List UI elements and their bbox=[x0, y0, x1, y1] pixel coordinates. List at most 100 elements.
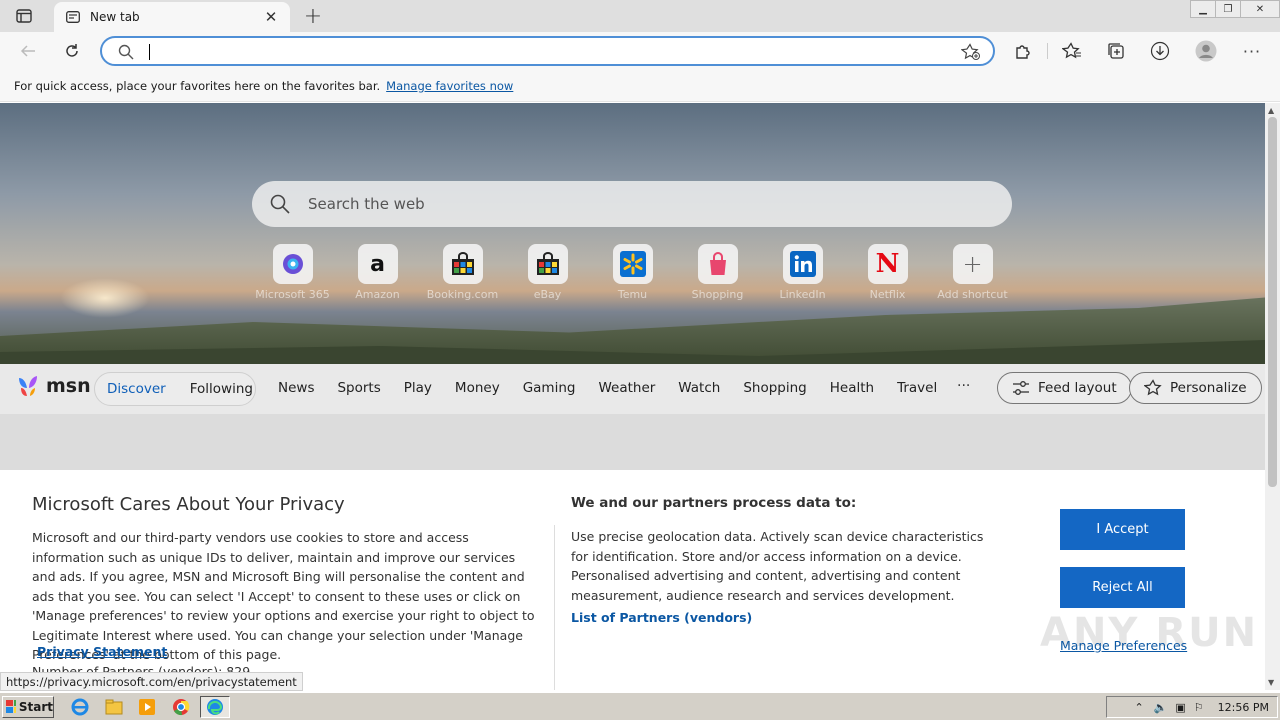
refresh-icon bbox=[66, 44, 78, 57]
shortcut-label: Amazon bbox=[355, 288, 400, 301]
shortcut-microsoft365[interactable]: Microsoft 365 bbox=[250, 244, 335, 301]
extensions-button[interactable] bbox=[1009, 37, 1037, 65]
new-tab-page: Search the web Microsoft 365 a Amazon Bo… bbox=[0, 103, 1265, 690]
shortcut-shopping[interactable]: Shopping bbox=[675, 244, 760, 301]
profile-button[interactable] bbox=[1192, 37, 1220, 65]
shortcut-booking[interactable]: Booking.com bbox=[420, 244, 505, 301]
newtab-page-icon bbox=[66, 11, 80, 23]
favorites-button[interactable] bbox=[1058, 37, 1086, 65]
tray-expand-icon[interactable]: ⌃ bbox=[1134, 701, 1143, 714]
address-bar[interactable] bbox=[100, 36, 995, 66]
shortcut-add[interactable]: + Add shortcut bbox=[930, 244, 1015, 301]
tab-following[interactable]: Following bbox=[190, 381, 253, 397]
nav-sports[interactable]: Sports bbox=[337, 380, 380, 396]
clock[interactable]: 12:56 PM bbox=[1218, 701, 1269, 714]
nav-weather[interactable]: Weather bbox=[598, 380, 655, 396]
msn-logo[interactable]: msn bbox=[16, 374, 91, 398]
msn-nav-bar: msn Discover Following News Sports Play … bbox=[0, 364, 1265, 414]
nav-news[interactable]: News bbox=[278, 380, 314, 396]
download-icon bbox=[1150, 41, 1170, 61]
privacy-divider bbox=[554, 525, 555, 690]
nav-more-button[interactable]: ··· bbox=[957, 378, 970, 394]
collections-button[interactable] bbox=[1102, 37, 1130, 65]
internet-explorer-icon[interactable] bbox=[70, 697, 90, 717]
nav-gaming[interactable]: Gaming bbox=[523, 380, 576, 396]
linkedin-icon bbox=[782, 244, 823, 284]
shortcut-label: Microsoft 365 bbox=[255, 288, 330, 301]
shopping-bag-icon bbox=[697, 244, 738, 284]
address-input[interactable] bbox=[150, 42, 930, 62]
start-label: Start bbox=[18, 700, 53, 714]
downloads-button[interactable] bbox=[1146, 37, 1174, 65]
scroll-down-icon[interactable]: ▼ bbox=[1268, 678, 1274, 687]
nav-travel[interactable]: Travel bbox=[897, 380, 937, 396]
close-tab-icon[interactable]: ✕ bbox=[262, 8, 280, 26]
shortcut-temu[interactable]: Temu bbox=[590, 244, 675, 301]
browser-toolbar: ··· bbox=[0, 32, 1280, 70]
close-window-button[interactable]: ✕ bbox=[1240, 0, 1280, 18]
web-search-box[interactable]: Search the web bbox=[252, 181, 1012, 227]
new-tab-button[interactable]: + bbox=[300, 4, 326, 29]
privacy-title: Microsoft Cares About Your Privacy bbox=[32, 494, 345, 515]
msn-butterfly-icon bbox=[19, 376, 37, 396]
microsoft365-icon bbox=[272, 244, 313, 284]
restore-button[interactable]: ❐ bbox=[1215, 0, 1241, 18]
file-explorer-icon[interactable] bbox=[104, 697, 124, 717]
nav-play[interactable]: Play bbox=[404, 380, 432, 396]
settings-more-button[interactable]: ··· bbox=[1238, 37, 1266, 65]
favorites-bar: For quick access, place your favorites h… bbox=[0, 70, 1280, 102]
data-processing-title: We and our partners process data to: bbox=[571, 495, 857, 511]
accept-button[interactable]: I Accept bbox=[1060, 509, 1185, 550]
feed-layout-button[interactable]: Feed layout bbox=[997, 372, 1132, 404]
toolbar-divider bbox=[1047, 43, 1048, 59]
msn-wordmark: msn bbox=[46, 375, 91, 397]
windows-logo-icon bbox=[6, 700, 16, 713]
back-button[interactable] bbox=[14, 37, 42, 65]
tab-discover[interactable]: Discover bbox=[107, 381, 166, 397]
shortcut-label: LinkedIn bbox=[779, 288, 826, 301]
scroll-thumb[interactable] bbox=[1268, 117, 1277, 487]
shortcut-label: Temu bbox=[617, 288, 648, 301]
manage-preferences-link[interactable]: Manage Preferences bbox=[1060, 638, 1187, 653]
add-favorite-icon[interactable] bbox=[961, 43, 981, 61]
personalize-label: Personalize bbox=[1170, 380, 1247, 396]
hero-background: Search the web Microsoft 365 a Amazon Bo… bbox=[0, 103, 1265, 364]
flag-icon[interactable]: ⚐ bbox=[1194, 701, 1204, 714]
amazon-icon: a bbox=[357, 244, 398, 284]
nav-shopping[interactable]: Shopping bbox=[743, 380, 806, 396]
scroll-up-icon[interactable]: ▲ bbox=[1268, 106, 1274, 115]
start-button[interactable]: Start bbox=[2, 696, 54, 718]
nav-watch[interactable]: Watch bbox=[678, 380, 720, 396]
shortcut-label: Netflix bbox=[869, 288, 906, 301]
nav-money[interactable]: Money bbox=[455, 380, 500, 396]
manage-favorites-link[interactable]: Manage favorites now bbox=[386, 79, 513, 93]
system-tray: ⌃ 🔈 ▣ ⚐ 12:56 PM bbox=[1106, 696, 1278, 718]
tab-actions-button[interactable] bbox=[8, 4, 40, 28]
shortcut-amazon[interactable]: a Amazon bbox=[335, 244, 420, 301]
network-icon[interactable]: ▣ bbox=[1175, 701, 1185, 714]
refresh-button[interactable] bbox=[58, 37, 86, 65]
search-icon bbox=[270, 194, 290, 214]
shortcut-label: Shopping bbox=[691, 288, 744, 301]
favorites-bar-text: For quick access, place your favorites h… bbox=[14, 78, 381, 93]
netflix-icon: N bbox=[867, 244, 908, 284]
shortcut-ebay[interactable]: eBay bbox=[505, 244, 590, 301]
volume-icon[interactable]: 🔈 bbox=[1154, 701, 1168, 714]
page-scrollbar[interactable]: ▲ ▼ bbox=[1265, 103, 1280, 690]
more-dots-icon: ··· bbox=[1242, 41, 1262, 61]
tab-title: New tab bbox=[90, 10, 140, 24]
tab-actions-icon bbox=[16, 9, 32, 23]
background-sun bbox=[60, 278, 150, 318]
privacy-period: . bbox=[148, 644, 152, 659]
vendors-list-link[interactable]: List of Partners (vendors) bbox=[571, 610, 752, 625]
chrome-icon[interactable] bbox=[171, 697, 191, 717]
edge-taskbar-button[interactable] bbox=[200, 696, 230, 718]
personalize-button[interactable]: Personalize bbox=[1129, 372, 1262, 404]
reject-all-button[interactable]: Reject All bbox=[1060, 567, 1185, 608]
minimize-button[interactable]: ▁ bbox=[1190, 0, 1216, 18]
tab-new-tab[interactable]: New tab ✕ bbox=[54, 2, 290, 32]
shortcut-linkedin[interactable]: LinkedIn bbox=[760, 244, 845, 301]
shortcut-netflix[interactable]: N Netflix bbox=[845, 244, 930, 301]
media-player-icon[interactable] bbox=[137, 697, 157, 717]
nav-health[interactable]: Health bbox=[830, 380, 874, 396]
